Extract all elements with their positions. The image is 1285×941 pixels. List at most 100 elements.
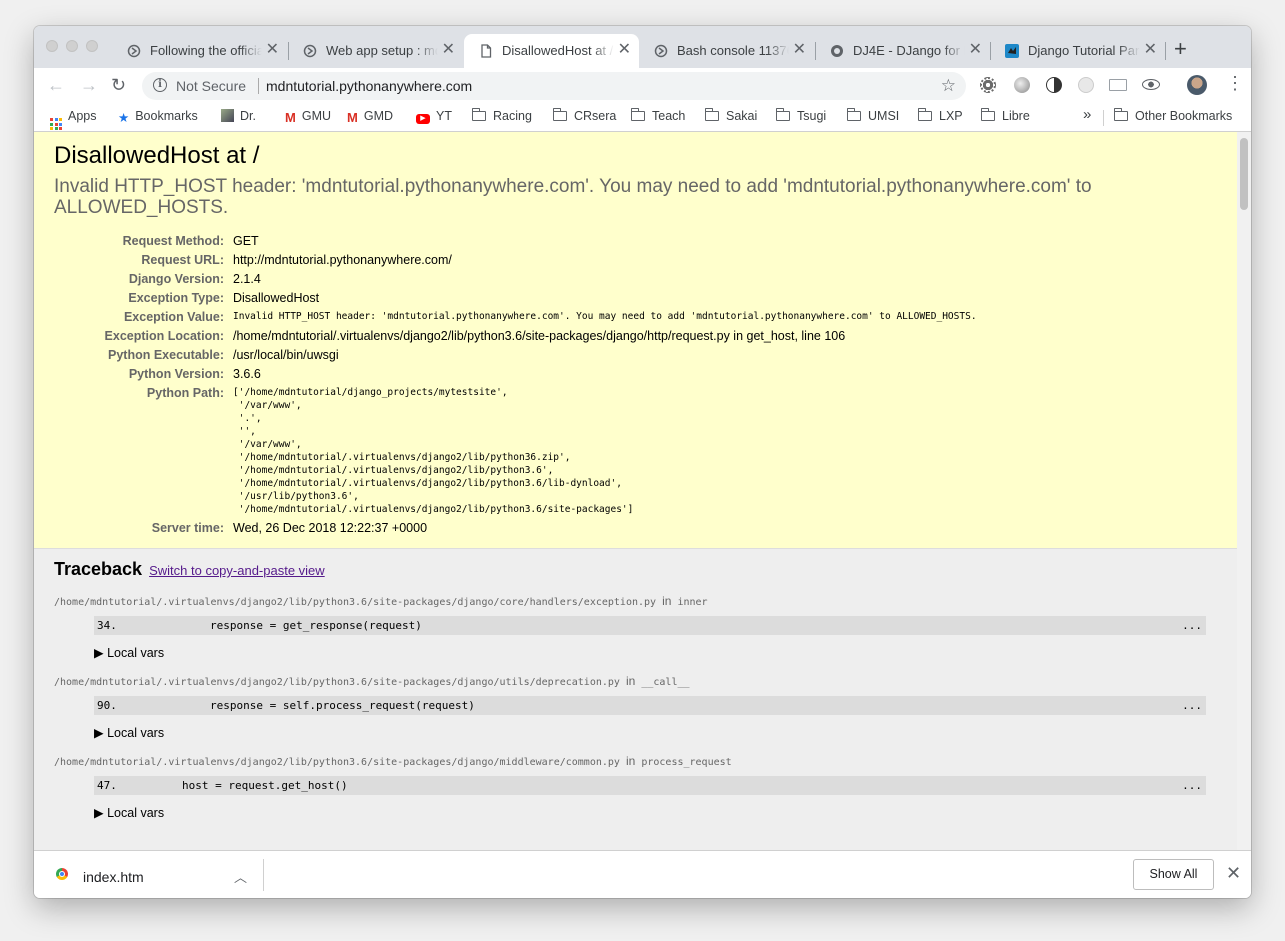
bookmark-racing[interactable]: Racing [471, 108, 532, 123]
bookmark-star-icon[interactable]: ☆ [941, 76, 956, 96]
bookmark-label: Bookmarks [135, 109, 198, 123]
meta-row: Request Method: GET [54, 232, 977, 251]
local-vars-toggle[interactable]: ▶ Local vars [94, 725, 1217, 740]
sphere-extension-icon[interactable] [1014, 77, 1030, 93]
tab-close-icon[interactable]: ✕ [618, 42, 631, 58]
tab-django-tutorial[interactable]: Following the official Django tutorial ✕ [112, 34, 287, 68]
grey-extension-icon[interactable] [1078, 77, 1094, 93]
cast-extension-icon[interactable] [1109, 79, 1127, 91]
error-summary: DisallowedHost at / Invalid HTTP_HOST he… [34, 132, 1237, 549]
address-bar[interactable]: i Not Secure mdntutorial.pythonanywhere.… [142, 72, 966, 100]
triangle-right-icon: ▶ [94, 646, 104, 660]
new-tab-icon[interactable]: + [1174, 38, 1187, 60]
forward-arrow-icon[interactable]: → [80, 76, 98, 94]
bookmark-tsugi[interactable]: Tsugi [775, 108, 827, 123]
reload-icon[interactable]: ↻ [111, 76, 126, 94]
window-zoom-dot[interactable] [86, 40, 98, 52]
tab-django-part-2[interactable]: Django Tutorial Part 2 ✕ [990, 34, 1165, 68]
meta-row: Exception Value: Invalid HTTP_HOST header… [54, 308, 977, 327]
bookmark-label: Other Bookmarks [1135, 109, 1233, 123]
window-close-dot[interactable] [46, 40, 58, 52]
local-vars-toggle[interactable]: ▶ Local vars [94, 805, 1217, 820]
bookmark-bookmarks[interactable]: ★ Bookmarks [118, 109, 198, 125]
profile-avatar[interactable] [1187, 75, 1207, 95]
gmail-icon: M [347, 110, 358, 125]
meta-row: Exception Location: /home/mdntutorial/.vi… [54, 327, 977, 346]
tab-close-icon[interactable]: ✕ [442, 42, 455, 58]
bookmark-umsi[interactable]: UMSI [846, 108, 899, 123]
tab-bash-console[interactable]: Bash console 11376 ✕ [639, 34, 814, 68]
error-title: DisallowedHost at / [54, 142, 260, 169]
code-text: response = get_response(request) [210, 619, 422, 632]
meta-value: 2.1.4 [233, 272, 261, 286]
bookmark-sakai[interactable]: Sakai [704, 108, 758, 123]
bookmark-dr[interactable]: Dr. [221, 109, 256, 123]
tab-strip: Following the official Django tutorial ✕… [34, 26, 1251, 68]
folder-icon [846, 108, 861, 121]
bookmark-label: GMU [301, 109, 332, 123]
bookmark-libre[interactable]: Libre [980, 108, 1030, 123]
request-meta-table: Request Method: GET Request URL: http://md… [54, 232, 977, 538]
meta-value: 3.6.6 [233, 367, 261, 381]
bookmark-label: LXP [939, 109, 963, 123]
page-scrollbar[interactable] [1237, 132, 1251, 850]
eye-extension-icon[interactable] [1142, 79, 1160, 90]
tab-title: DJ4E - DJango for Everybody [853, 43, 965, 58]
tab-title: Web app setup : mdntutorial [326, 43, 438, 58]
expand-context-ellipsis[interactable]: ... [1182, 776, 1202, 795]
tab-close-icon[interactable]: ✕ [793, 42, 806, 58]
bookmarks-overflow-icon[interactable]: » [1083, 106, 1091, 123]
bookmark-apps[interactable]: Apps [50, 109, 97, 130]
youtube-icon: ▶ [416, 114, 430, 124]
menu-kebab-icon[interactable]: ⋮ [1226, 74, 1244, 92]
tab-dj4e[interactable]: DJ4E - DJango for Everybody ✕ [815, 34, 990, 68]
tab-close-icon[interactable]: ✕ [1144, 42, 1157, 58]
bookmark-yt[interactable]: ▶ YT [416, 109, 452, 124]
switch-copy-paste-link[interactable]: Switch to copy-and-paste view [149, 563, 325, 578]
bookmark-teach[interactable]: Teach [630, 108, 685, 123]
show-all-button[interactable]: Show All [1133, 859, 1214, 890]
frame-function: inner [677, 597, 708, 608]
traceback-title: Traceback [54, 559, 143, 579]
tab-web-app-setup[interactable]: Web app setup : mdntutorial ✕ [288, 34, 463, 68]
meta-label: Exception Value: [123, 310, 224, 324]
meta-value: DisallowedHost [233, 291, 320, 305]
scrollbar-thumb[interactable] [1240, 138, 1248, 210]
bookmark-label: YT [436, 109, 452, 123]
line-number: 47. [97, 779, 117, 792]
bookmark-lxp[interactable]: LXP [917, 108, 963, 123]
expand-context-ellipsis[interactable]: ... [1182, 696, 1202, 715]
bookmark-crsera[interactable]: CRsera [552, 108, 616, 123]
expand-context-ellipsis[interactable]: ... [1182, 616, 1202, 635]
info-icon[interactable]: i [153, 78, 167, 92]
pythonanywhere-icon [303, 44, 317, 58]
frame-context-line[interactable]: 34. response = get_response(request) ... [94, 616, 1206, 635]
chrome-file-icon [56, 868, 68, 880]
chevron-up-icon[interactable]: ︿ [234, 867, 247, 886]
security-label[interactable]: Not Secure [176, 78, 246, 94]
code-text: response = self.process_request(request) [210, 699, 475, 712]
tab-disallowed-host[interactable]: DisallowedHost at / ✕ [464, 34, 639, 68]
bookmark-other[interactable]: Other Bookmarks [1113, 108, 1233, 123]
bookmark-gmu[interactable]: M GMU [285, 109, 331, 125]
back-arrow-icon[interactable]: ← [47, 76, 65, 94]
dark-mode-extension-icon[interactable] [1046, 77, 1062, 93]
browser-window: Following the official Django tutorial ✕… [34, 26, 1251, 898]
frame-context-line[interactable]: 47. host = request.get_host() ... [94, 776, 1206, 795]
gear-extension-icon[interactable] [980, 77, 996, 93]
local-vars-toggle[interactable]: ▶ Local vars [94, 645, 1217, 660]
tab-close-icon[interactable]: ✕ [266, 42, 279, 58]
frame-context-line[interactable]: 90. response = self.process_request(requ… [94, 696, 1206, 715]
download-filename[interactable]: index.htm [83, 869, 144, 885]
window-minimize-dot[interactable] [66, 40, 78, 52]
bookmark-label: Sakai [726, 109, 758, 123]
url-text[interactable]: mdntutorial.pythonanywhere.com [266, 78, 472, 94]
bookmark-label: Tsugi [797, 109, 827, 123]
tab-close-icon[interactable]: ✕ [969, 42, 982, 58]
frame-in-word: in [625, 674, 636, 688]
folder-icon [704, 108, 719, 121]
meta-value: http://mdntutorial.pythonanywhere.com/ [233, 253, 452, 267]
dj4e-icon [831, 45, 843, 57]
bookmark-gmd[interactable]: M GMD [347, 109, 393, 125]
close-icon[interactable]: ✕ [1226, 864, 1241, 882]
